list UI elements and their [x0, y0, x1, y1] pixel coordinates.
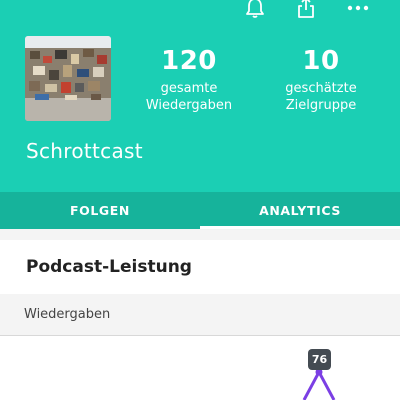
total-plays-label: gesamte Wiedergaben	[136, 80, 242, 114]
peak-value-label: 76	[308, 349, 331, 370]
podcast-cover-image	[25, 36, 111, 121]
tab-analytics[interactable]: ANALYTICS	[200, 192, 400, 229]
share-button[interactable]	[292, 0, 320, 20]
podcast-title: Schrottcast	[26, 139, 143, 163]
estimated-audience-label-line1: geschätzte	[285, 81, 357, 96]
metric-label: Wiedergaben	[24, 307, 111, 322]
bell-icon	[246, 0, 264, 18]
metric-selector[interactable]: Wiedergaben	[0, 294, 400, 336]
plays-chart-svg	[302, 368, 336, 400]
tab-bar: FOLGEN ANALYTICS	[0, 192, 400, 229]
total-plays-label-line2: Wiedergaben	[145, 98, 233, 113]
plays-series-line	[302, 370, 336, 400]
section-title: Podcast-Leistung	[26, 257, 192, 277]
notifications-button[interactable]	[241, 0, 269, 20]
section-spacer	[0, 229, 400, 240]
total-plays-label-line1: gesamte	[160, 81, 218, 96]
estimated-audience-stat: 10 geschätzte Zielgruppe	[270, 46, 372, 114]
plays-chart	[0, 336, 400, 400]
top-action-bar	[0, 0, 400, 22]
estimated-audience-label-line2: Zielgruppe	[285, 98, 357, 113]
share-icon	[298, 0, 314, 18]
estimated-audience-value: 10	[302, 46, 340, 76]
tab-episodes[interactable]: FOLGEN	[0, 192, 200, 229]
performance-section-header: Podcast-Leistung	[0, 240, 400, 294]
more-icon	[347, 5, 369, 11]
more-options-button[interactable]	[344, 0, 372, 20]
total-plays-stat: 120 gesamte Wiedergaben	[136, 46, 242, 114]
total-plays-value: 120	[161, 46, 217, 76]
podcast-header: 120 gesamte Wiedergaben 10 geschätzte Zi…	[0, 0, 400, 192]
estimated-audience-label: geschätzte Zielgruppe	[270, 80, 372, 114]
